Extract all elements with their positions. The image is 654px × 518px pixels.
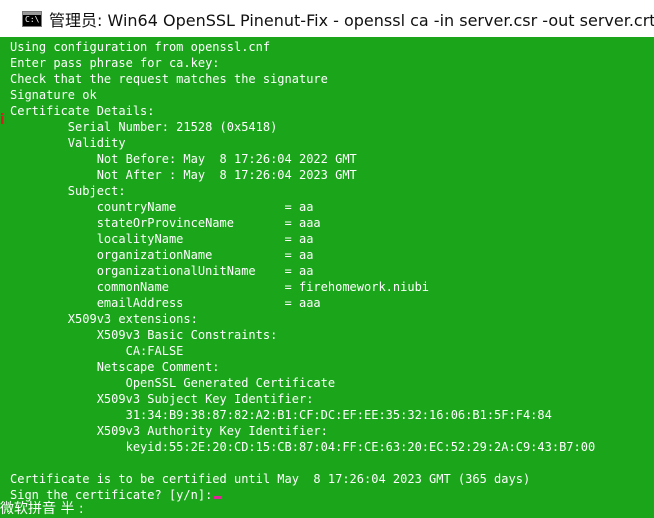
- console-window: C:\ 管理员: Win64 OpenSSL Pinenut-Fix - ope…: [0, 0, 654, 518]
- console-line: X509v3 extensions:: [10, 312, 198, 326]
- console-line: Subject:: [10, 184, 126, 198]
- title-bar[interactable]: C:\ 管理员: Win64 OpenSSL Pinenut-Fix - ope…: [0, 0, 654, 37]
- console-line: Signature ok: [10, 88, 97, 102]
- console-line: Not Before: May 8 17:26:04 2022 GMT: [10, 152, 357, 166]
- sign-prompt: Sign the certificate? [y/n]:: [10, 488, 213, 502]
- console-line: organizationalUnitName = aa: [10, 264, 314, 278]
- console-line: Enter pass phrase for ca.key:: [10, 56, 220, 70]
- console-line: CA:FALSE: [10, 344, 184, 358]
- console-line: Not After : May 8 17:26:04 2023 GMT: [10, 168, 357, 182]
- ime-status-bar[interactable]: 微软拼音 半 :: [0, 501, 84, 518]
- console-line: Certificate is to be certified until May…: [10, 472, 531, 486]
- console-line: X509v3 Authority Key Identifier:: [10, 424, 328, 438]
- console-line: OpenSSL Generated Certificate: [10, 376, 336, 390]
- console-line: commonName = firehomework.niubi: [10, 280, 430, 294]
- console-line: 31:34:B9:38:87:82:A2:B1:CF:DC:EF:EE:35:3…: [10, 408, 552, 422]
- console-line: Validity: [10, 136, 126, 150]
- background-window-fragment: ii: [0, 112, 6, 128]
- console-line: emailAddress = aaa: [10, 296, 321, 310]
- console-line: localityName = aa: [10, 232, 314, 246]
- console-icon-glyph: C:\: [25, 14, 40, 24]
- console-line: Check that the request matches the signa…: [10, 72, 328, 86]
- console-line: X509v3 Basic Constraints:: [10, 328, 278, 342]
- console-app-icon[interactable]: C:\: [22, 10, 42, 27]
- text-cursor: [213, 496, 222, 499]
- console-output[interactable]: Using configuration from openssl.cnf Ent…: [0, 37, 654, 518]
- console-line: stateOrProvinceName = aaa: [10, 216, 321, 230]
- console-line: keyid:55:2E:20:CD:15:CB:87:04:FF:CE:63:2…: [10, 440, 596, 454]
- console-line: Using configuration from openssl.cnf: [10, 40, 271, 54]
- window-title: 管理员: Win64 OpenSSL Pinenut-Fix - openssl…: [49, 10, 654, 30]
- console-line: organizationName = aa: [10, 248, 314, 262]
- console-line: Certificate Details:: [10, 104, 155, 118]
- console-line: countryName = aa: [10, 200, 314, 214]
- console-line: Serial Number: 21528 (0x5418): [10, 120, 278, 134]
- console-line: Netscape Comment:: [10, 360, 220, 374]
- console-line: X509v3 Subject Key Identifier:: [10, 392, 314, 406]
